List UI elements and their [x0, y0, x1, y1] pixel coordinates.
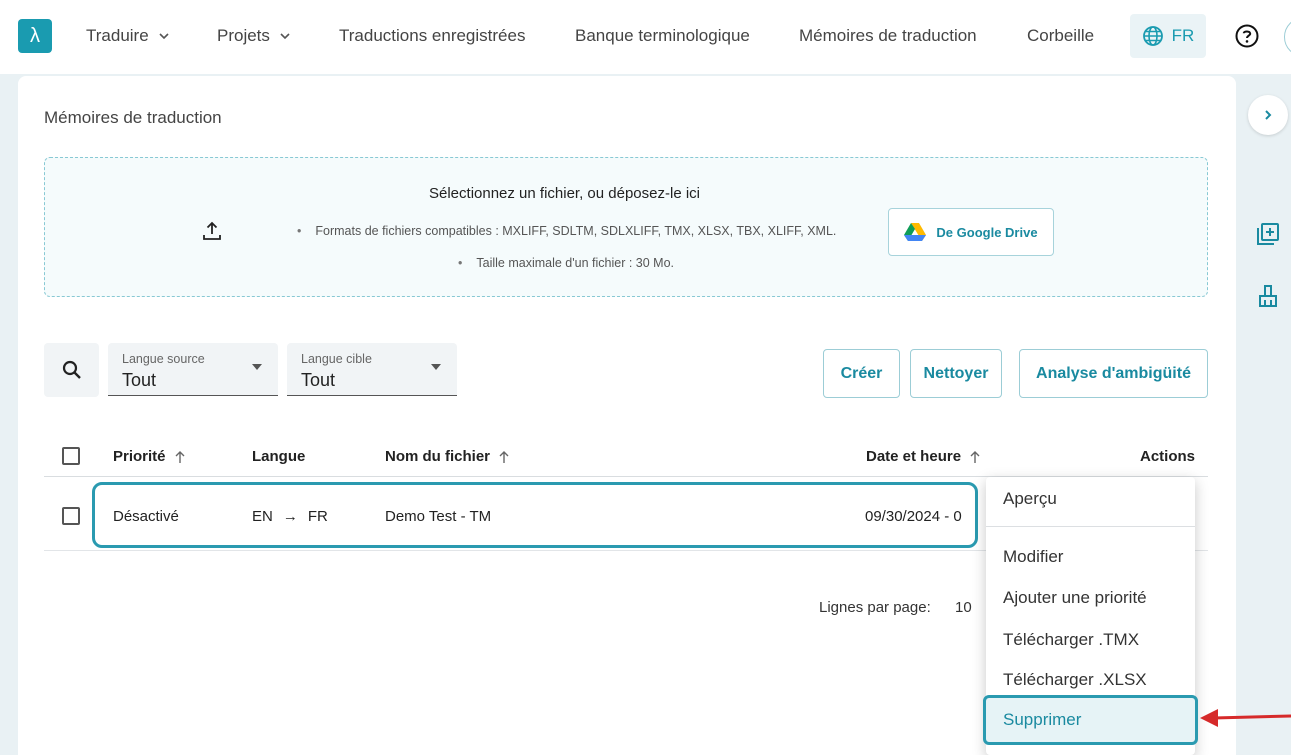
column-header-priority[interactable]: Priorité [113, 448, 186, 465]
upload-icon [203, 221, 221, 240]
sort-arrow-up-icon [970, 450, 980, 463]
expand-panel-button[interactable] [1248, 95, 1288, 135]
search-button[interactable] [44, 343, 99, 397]
nav-traduire[interactable]: Traduire [86, 26, 171, 46]
app-logo[interactable]: λ [18, 19, 52, 53]
nav-projets[interactable]: Projets [217, 26, 292, 46]
broom-icon[interactable] [1256, 284, 1280, 308]
menu-divider [986, 526, 1195, 527]
table-row-highlight [92, 482, 978, 548]
chevron-down-icon [159, 33, 169, 40]
google-drive-icon [904, 223, 927, 241]
sort-arrow-up-icon [499, 450, 509, 463]
ambiguity-analysis-button[interactable]: Analyse d'ambigüité [1019, 349, 1208, 398]
sort-arrow-up-icon [175, 450, 185, 463]
menu-item-ajouter-priorite[interactable]: Ajouter une priorité [986, 578, 1195, 618]
column-header-language: Langue [252, 448, 306, 465]
annotation-arrow-icon [1200, 709, 1291, 727]
rows-per-page-label: Lignes par page: [819, 599, 931, 616]
globe-icon [1142, 26, 1163, 46]
search-icon [62, 360, 81, 379]
clean-button[interactable]: Nettoyer [910, 349, 1002, 398]
help-icon[interactable] [1234, 23, 1260, 49]
nav-memoires-de-traduction[interactable]: Mémoires de traduction [799, 26, 977, 46]
language-selector[interactable]: FR [1130, 14, 1206, 58]
dropzone-title: Sélectionnez un fichier, ou déposez-le i… [429, 185, 700, 202]
create-button[interactable]: Créer [823, 349, 900, 398]
nav-traductions-enregistrees[interactable]: Traductions enregistrées [339, 26, 525, 46]
nav-corbeille[interactable]: Corbeille [1027, 26, 1094, 46]
dropzone-formats: Formats de fichiers compatibles : MXLIFF… [297, 224, 836, 238]
menu-item-apercu[interactable]: Aperçu [986, 479, 1195, 519]
select-all-checkbox[interactable] [62, 447, 80, 465]
chevron-down-icon [280, 33, 290, 40]
page-title: Mémoires de traduction [44, 108, 222, 127]
menu-item-telecharger-tmx[interactable]: Télécharger .TMX [986, 620, 1195, 660]
source-language-select[interactable]: Langue source Tout [108, 343, 278, 396]
chevron-right-icon [1265, 110, 1272, 120]
dropzone-max-size: Taille maximale d'un fichier : 30 Mo. [458, 256, 674, 270]
google-drive-button[interactable]: De Google Drive [888, 208, 1054, 256]
avatar[interactable] [1284, 17, 1291, 57]
menu-item-telecharger-xlsx[interactable]: Télécharger .XLSX [986, 660, 1195, 700]
column-header-datetime[interactable]: Date et heure [866, 448, 981, 465]
row-checkbox[interactable] [62, 507, 80, 525]
caret-down-icon [252, 364, 262, 370]
rows-per-page-select[interactable]: 10 [955, 599, 972, 616]
top-navigation-bar: λ Traduire Projets Traductions enregistr… [0, 0, 1291, 74]
column-header-actions: Actions [1140, 448, 1196, 465]
add-collection-icon[interactable] [1256, 222, 1280, 246]
file-dropzone[interactable]: Sélectionnez un fichier, ou déposez-le i… [44, 157, 1208, 297]
row-actions-menu: Aperçu Modifier Ajouter une priorité Tél… [983, 477, 1198, 755]
menu-item-modifier[interactable]: Modifier [986, 537, 1195, 577]
nav-banque-terminologique[interactable]: Banque terminologique [575, 26, 750, 46]
caret-down-icon [431, 364, 441, 370]
target-language-select[interactable]: Langue cible Tout [287, 343, 457, 396]
menu-item-supprimer[interactable]: Supprimer [983, 695, 1198, 745]
column-header-filename[interactable]: Nom du fichier [385, 448, 510, 465]
